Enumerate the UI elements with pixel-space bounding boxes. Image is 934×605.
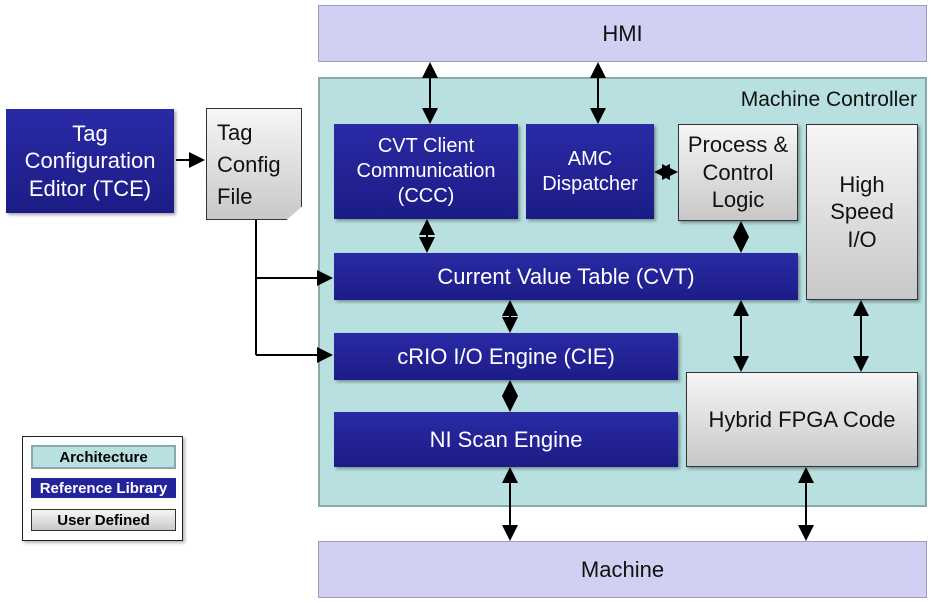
legend-architecture: Architecture [31,445,176,469]
legend-user-defined: User Defined [31,509,176,531]
legend-reference-library: Reference Library [31,478,176,498]
legend: Architecture Reference Library User Defi… [22,436,183,541]
